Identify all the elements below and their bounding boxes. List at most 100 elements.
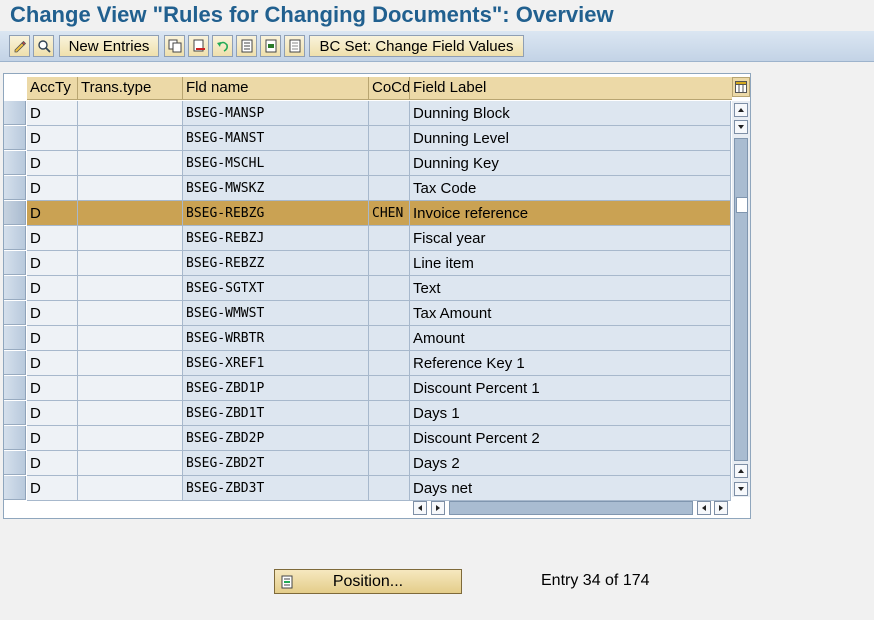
bc-set-change-field-values-button[interactable]: BC Set: Change Field Values bbox=[309, 35, 524, 57]
cell-trans-type[interactable] bbox=[78, 426, 183, 451]
table-row[interactable]: D BSEG-ZBD3T Days net bbox=[4, 476, 731, 501]
column-header-fld-name[interactable]: Fld name bbox=[183, 77, 369, 99]
table-row[interactable]: D BSEG-REBZJ Fiscal year bbox=[4, 226, 731, 251]
cell-accty[interactable]: D bbox=[27, 351, 78, 376]
cell-accty[interactable]: D bbox=[27, 451, 78, 476]
row-selector[interactable] bbox=[4, 426, 26, 450]
scroll-left-icon[interactable] bbox=[413, 501, 427, 515]
deselect-all-icon[interactable] bbox=[284, 35, 305, 57]
new-entries-button[interactable]: New Entries bbox=[59, 35, 159, 57]
table-row[interactable]: D BSEG-MANST Dunning Level bbox=[4, 126, 731, 151]
cell-trans-type[interactable] bbox=[78, 201, 183, 226]
row-selector[interactable] bbox=[4, 226, 26, 250]
cell-cocd bbox=[369, 326, 410, 351]
cell-fld-name: BSEG-WMWST bbox=[183, 301, 369, 326]
row-selector[interactable] bbox=[4, 376, 26, 400]
cell-accty[interactable]: D bbox=[27, 226, 78, 251]
cell-accty[interactable]: D bbox=[27, 151, 78, 176]
cell-trans-type[interactable] bbox=[78, 176, 183, 201]
display-change-icon[interactable] bbox=[9, 35, 30, 57]
table-row[interactable]: D BSEG-ZBD2T Days 2 bbox=[4, 451, 731, 476]
cell-trans-type[interactable] bbox=[78, 276, 183, 301]
row-selector[interactable] bbox=[4, 276, 26, 300]
vertical-scroll-thumb[interactable] bbox=[734, 138, 748, 461]
scroll-left-end-icon[interactable] bbox=[697, 501, 711, 515]
cell-accty[interactable]: D bbox=[27, 276, 78, 301]
cell-field-label: Days 2 bbox=[410, 451, 731, 476]
cell-accty[interactable]: D bbox=[27, 176, 78, 201]
cell-cocd bbox=[369, 251, 410, 276]
select-block-icon[interactable] bbox=[260, 35, 281, 57]
row-selector[interactable] bbox=[4, 126, 26, 150]
row-selector[interactable] bbox=[4, 301, 26, 325]
delete-icon[interactable] bbox=[188, 35, 209, 57]
cell-fld-name: BSEG-ZBD2T bbox=[183, 451, 369, 476]
scroll-right-end-icon[interactable] bbox=[714, 501, 728, 515]
cell-trans-type[interactable] bbox=[78, 476, 183, 501]
page-up-icon[interactable] bbox=[734, 120, 748, 134]
copy-icon[interactable] bbox=[164, 35, 185, 57]
table-row[interactable]: D BSEG-MANSP Dunning Block bbox=[4, 101, 731, 126]
table-row[interactable]: D BSEG-WMWST Tax Amount bbox=[4, 301, 731, 326]
column-header-field-label[interactable]: Field Label bbox=[410, 77, 732, 99]
table-row[interactable]: D BSEG-ZBD1P Discount Percent 1 bbox=[4, 376, 731, 401]
table-row[interactable]: D BSEG-REBZZ Line item bbox=[4, 251, 731, 276]
cell-accty[interactable]: D bbox=[27, 476, 78, 501]
table-row[interactable]: D BSEG-MWSKZ Tax Code bbox=[4, 176, 731, 201]
table-row[interactable]: D BSEG-ZBD1T Days 1 bbox=[4, 401, 731, 426]
cell-accty[interactable]: D bbox=[27, 301, 78, 326]
row-selector[interactable] bbox=[4, 476, 26, 500]
cell-accty[interactable]: D bbox=[27, 126, 78, 151]
cell-accty[interactable]: D bbox=[27, 401, 78, 426]
cell-trans-type[interactable] bbox=[78, 126, 183, 151]
scroll-up-icon[interactable] bbox=[734, 103, 748, 117]
cell-accty[interactable]: D bbox=[27, 251, 78, 276]
cell-accty[interactable]: D bbox=[27, 101, 78, 126]
table-settings-icon[interactable] bbox=[732, 77, 750, 97]
row-selector[interactable] bbox=[4, 351, 26, 375]
cell-trans-type[interactable] bbox=[78, 226, 183, 251]
table-row[interactable]: D BSEG-SGTXT Text bbox=[4, 276, 731, 301]
cell-trans-type[interactable] bbox=[78, 451, 183, 476]
scroll-right-icon[interactable] bbox=[431, 501, 445, 515]
cell-accty[interactable]: D bbox=[27, 376, 78, 401]
horizontal-scrollbar[interactable] bbox=[412, 500, 732, 516]
cell-trans-type[interactable] bbox=[78, 151, 183, 176]
page-down-icon[interactable] bbox=[734, 464, 748, 478]
cell-trans-type[interactable] bbox=[78, 101, 183, 126]
column-header-trans-type[interactable]: Trans.type bbox=[78, 77, 183, 99]
table-row[interactable]: D BSEG-REBZG CHEN Invoice reference bbox=[4, 201, 731, 226]
table-row[interactable]: D BSEG-ZBD2P Discount Percent 2 bbox=[4, 426, 731, 451]
vertical-scrollbar[interactable] bbox=[732, 101, 750, 497]
table-row[interactable]: D BSEG-MSCHL Dunning Key bbox=[4, 151, 731, 176]
row-selector[interactable] bbox=[4, 451, 26, 475]
cell-trans-type[interactable] bbox=[78, 401, 183, 426]
position-icon bbox=[281, 575, 293, 589]
row-selector[interactable] bbox=[4, 151, 26, 175]
cell-field-label: Text bbox=[410, 276, 731, 301]
table-row[interactable]: D BSEG-WRBTR Amount bbox=[4, 326, 731, 351]
horizontal-scroll-thumb[interactable] bbox=[449, 501, 693, 515]
details-icon[interactable] bbox=[33, 35, 54, 57]
position-button[interactable]: Position... bbox=[274, 569, 462, 594]
row-selector[interactable] bbox=[4, 101, 26, 125]
cell-trans-type[interactable] bbox=[78, 376, 183, 401]
cell-trans-type[interactable] bbox=[78, 326, 183, 351]
undo-icon[interactable] bbox=[212, 35, 233, 57]
row-selector[interactable] bbox=[4, 251, 26, 275]
row-selector[interactable] bbox=[4, 326, 26, 350]
cell-trans-type[interactable] bbox=[78, 351, 183, 376]
row-selector[interactable] bbox=[4, 201, 26, 225]
cell-trans-type[interactable] bbox=[78, 251, 183, 276]
cell-accty[interactable]: D bbox=[27, 426, 78, 451]
cell-accty[interactable]: D bbox=[27, 201, 78, 226]
column-header-accty[interactable]: AccTy bbox=[27, 77, 78, 99]
scroll-down-icon[interactable] bbox=[734, 482, 748, 496]
row-selector[interactable] bbox=[4, 401, 26, 425]
select-all-icon[interactable] bbox=[236, 35, 257, 57]
column-header-cocd[interactable]: CoCd bbox=[369, 77, 410, 99]
row-selector[interactable] bbox=[4, 176, 26, 200]
table-row[interactable]: D BSEG-XREF1 Reference Key 1 bbox=[4, 351, 731, 376]
cell-trans-type[interactable] bbox=[78, 301, 183, 326]
cell-accty[interactable]: D bbox=[27, 326, 78, 351]
